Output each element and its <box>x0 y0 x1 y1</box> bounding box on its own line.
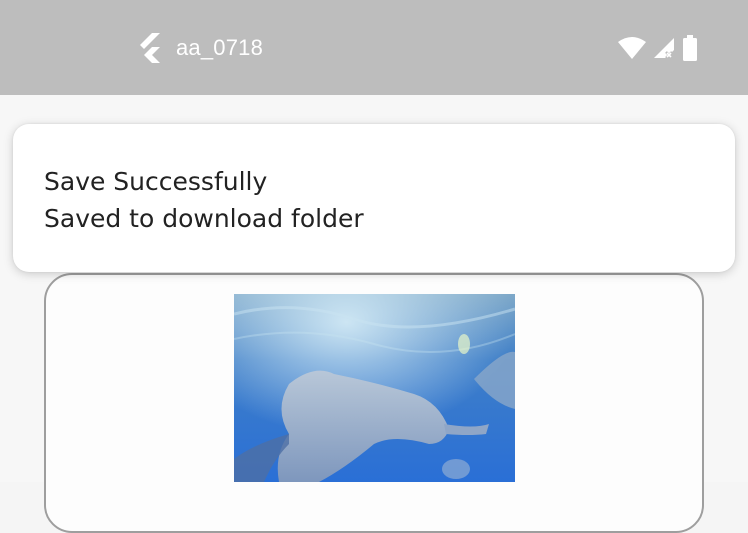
save-toast: Save Successfully Saved to download fold… <box>13 124 735 272</box>
battery-icon <box>683 35 697 61</box>
toast-title: Save Successfully <box>44 167 268 196</box>
cellular-no-signal-icon <box>654 38 674 59</box>
flutter-logo-icon <box>140 33 160 63</box>
status-bar: aa_0718 <box>0 0 748 95</box>
toast-message: Saved to download folder <box>44 204 364 233</box>
app-title: aa_0718 <box>176 35 264 60</box>
stingray-photo <box>234 294 515 482</box>
system-status-icons <box>618 34 698 62</box>
wifi-icon <box>618 37 646 59</box>
